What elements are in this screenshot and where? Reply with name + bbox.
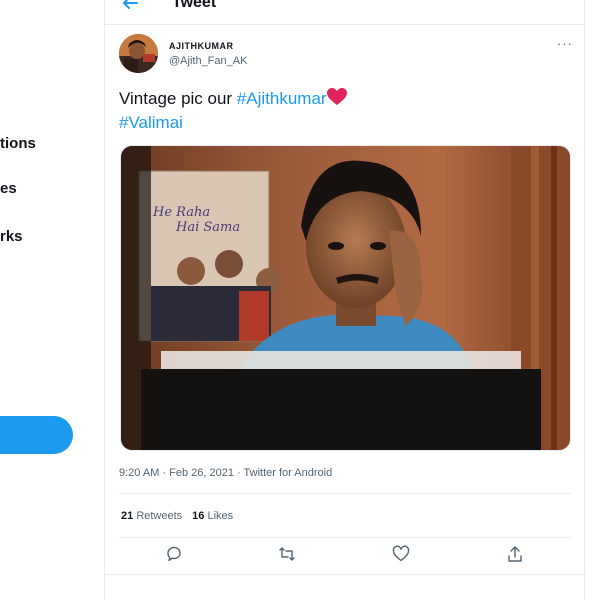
red-heart-emoji-icon: [326, 88, 347, 106]
avatar[interactable]: [119, 34, 158, 73]
sidebar-item-bookmarks[interactable]: rks: [0, 228, 23, 245]
retweets-count: 21: [121, 510, 134, 522]
page-header: Tweet: [105, 0, 584, 25]
divider: [105, 574, 586, 575]
tweet-timestamp[interactable]: 9:20 AM · Feb 26, 2021 · Twitter for And…: [119, 467, 332, 479]
like-heart-icon[interactable]: [392, 545, 412, 565]
sidebar-item-label: tions: [0, 135, 36, 152]
likes-label: Likes: [207, 510, 234, 522]
sidebar-item-label: es: [0, 180, 17, 197]
tweet-stats: 21 Retweets 16 Likes: [121, 510, 233, 522]
likes-count: 16: [192, 510, 205, 522]
page-title: Tweet: [172, 0, 217, 11]
more-options-icon[interactable]: ···: [557, 36, 573, 51]
author-name[interactable]: AJITHKUMAR: [169, 41, 234, 51]
hashtag-link[interactable]: #Ajithkumar: [237, 89, 327, 108]
retweet-icon[interactable]: [278, 545, 298, 565]
poster-text-line2: Hai Sama: [175, 220, 240, 235]
share-icon[interactable]: [506, 545, 526, 565]
divider: [119, 493, 571, 494]
arrow-left-icon[interactable]: [121, 0, 139, 12]
tweet-compose-button[interactable]: [0, 416, 73, 454]
poster-text-line1: He Raha: [152, 205, 210, 220]
divider: [119, 537, 571, 538]
sidebar-item-messages[interactable]: es: [0, 180, 17, 197]
hashtag-link[interactable]: #Valimai: [119, 113, 183, 132]
tweet-text-prefix: Vintage pic our: [119, 89, 237, 108]
sidebar-item-notifications[interactable]: tions: [0, 135, 36, 152]
likes-stat[interactable]: 16 Likes: [192, 510, 233, 522]
retweets-label: Retweets: [136, 510, 183, 522]
retweets-stat[interactable]: 21 Retweets: [121, 510, 182, 522]
author-handle[interactable]: @Ajith_Fan_AK: [169, 55, 247, 67]
tweet-text: Vintage pic our #Ajithkumar #Valimai: [119, 87, 569, 135]
tweet-photo[interactable]: He Raha Hai Sama: [120, 145, 571, 451]
sidebar-item-label: rks: [0, 228, 23, 245]
reply-icon[interactable]: [165, 545, 185, 565]
tweet-detail-column: Tweet AJITHKUMAR @Ajith_Fan_AK ··· Vinta…: [104, 0, 586, 600]
sidebar: tions es rks: [0, 0, 104, 600]
